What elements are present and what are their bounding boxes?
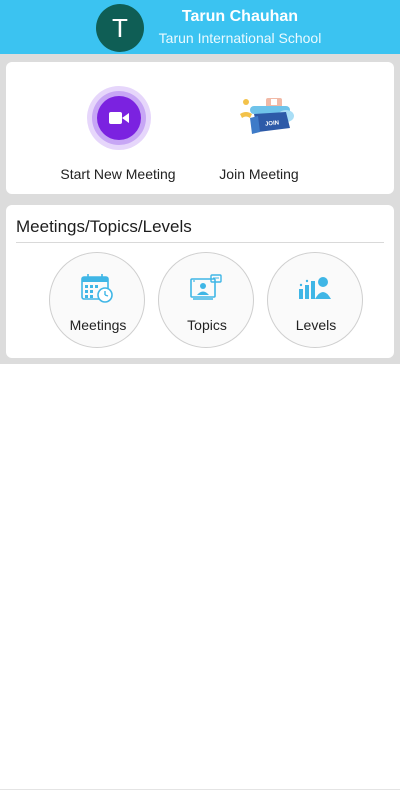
school-name: Tarun International School (158, 30, 322, 46)
bar-chart-user-icon (299, 277, 331, 299)
meetings-label: Meetings (69, 317, 127, 333)
avatar-letter: T (112, 12, 128, 43)
levels-label: Levels (295, 317, 337, 333)
section-title: Meetings/Topics/Levels (16, 217, 192, 236)
video-camera-icon (87, 86, 151, 150)
app-header: T Tarun Chauhan Tarun International Scho… (0, 0, 400, 54)
presentation-board-icon (190, 274, 222, 300)
bottom-divider (0, 789, 400, 790)
quick-actions-card: Start New Meeting JOIN Join Meeting (6, 62, 394, 194)
topics-label: Topics (187, 317, 227, 333)
topics-button[interactable]: Topics (158, 252, 254, 348)
calendar-clock-icon (81, 274, 113, 303)
levels-button[interactable]: Levels (267, 252, 363, 348)
start-new-meeting-label: Start New Meeting (60, 166, 176, 182)
meetings-button[interactable]: Meetings (49, 252, 145, 348)
user-name: Tarun Chauhan (181, 8, 299, 25)
join-meeting-label: Join Meeting (219, 166, 299, 182)
avatar[interactable]: T (96, 4, 144, 52)
meetings-topics-levels-card: Meetings/Topics/Levels Meetings Topics L… (6, 205, 394, 358)
section-divider (16, 242, 384, 243)
join-illustration-icon: JOIN (240, 98, 294, 134)
